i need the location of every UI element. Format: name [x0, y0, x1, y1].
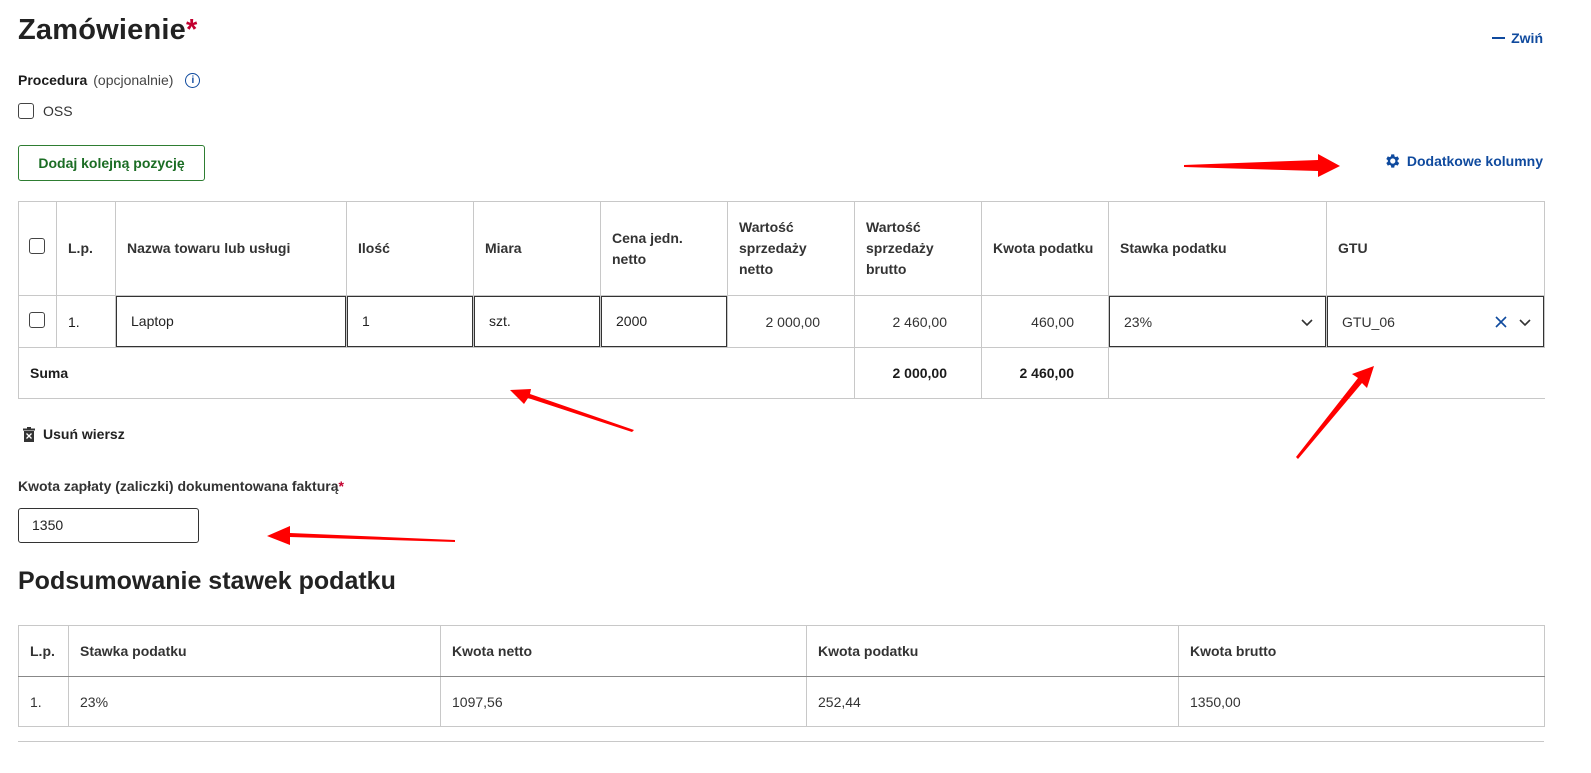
summary-header-net: Kwota netto — [440, 625, 807, 677]
summary-header-tax: Kwota podatku — [806, 625, 1179, 677]
minus-icon — [1492, 37, 1506, 39]
header-gross-value: Wartość sprzedaży brutto — [854, 201, 982, 296]
net-value: 2 000,00 — [727, 295, 855, 348]
items-header-row: L.p. Nazwa towaru lub usługi Ilość Miara… — [18, 201, 1545, 296]
payment-amount-input[interactable]: 1350 — [18, 508, 199, 543]
delete-row-button[interactable]: Usuń wiersz — [23, 426, 125, 442]
summary-rate: 23% — [68, 676, 441, 727]
select-all-checkbox[interactable] — [29, 237, 45, 254]
annotation-arrow — [267, 526, 455, 545]
unit-cell: szt. — [473, 295, 601, 348]
row-checkbox-cell — [18, 295, 57, 348]
select-all-cell — [18, 201, 57, 296]
rate-cell: 23% — [1108, 295, 1327, 348]
summary-lp: 1. — [18, 676, 69, 727]
header-name: Nazwa towaru lub usługi — [115, 201, 347, 296]
header-tax-rate: Stawka podatku — [1108, 201, 1327, 296]
procedure-label-text: Procedura — [18, 72, 88, 88]
summary-header-lp: L.p. — [18, 625, 69, 677]
procedure-label: Procedura (opcjonalnie) i — [18, 72, 201, 88]
extra-columns-button[interactable]: Dodatkowe kolumny — [1383, 152, 1543, 170]
procedure-optional-text: (opcjonalnie) — [93, 72, 174, 88]
summary-header-row: L.p. Stawka podatku Kwota netto Kwota po… — [18, 625, 1545, 677]
gtu-controls — [1495, 315, 1531, 328]
header-net-value: Wartość sprzedaży netto — [727, 201, 855, 296]
page-title: Zamówienie* — [18, 14, 198, 47]
payment-label: Kwota zapłaty (zaliczki) dokumentowana f… — [18, 478, 344, 494]
required-mark: * — [338, 478, 344, 494]
divider — [18, 741, 1544, 742]
header-unit-price: Cena jedn. netto — [600, 201, 728, 296]
table-row: 1. Laptop 1 szt. 2000 2 000,00 2 460,00 … — [18, 295, 1545, 348]
collapse-button[interactable]: Zwiń — [1492, 30, 1543, 46]
sum-label: Suma — [18, 347, 855, 399]
oss-checkbox-row[interactable]: OSS — [18, 103, 73, 119]
tax-amount: 460,00 — [981, 295, 1109, 348]
sum-net: 2 000,00 — [854, 347, 982, 399]
clear-icon[interactable] — [1495, 315, 1507, 328]
name-input[interactable]: Laptop — [116, 296, 346, 347]
tax-summary-table: L.p. Stawka podatku Kwota netto Kwota po… — [18, 625, 1545, 727]
gear-icon — [1386, 154, 1400, 168]
gtu-value: GTU_06 — [1342, 313, 1395, 330]
qty-cell: 1 — [346, 295, 474, 348]
header-gtu: GTU — [1326, 201, 1545, 296]
sum-gross: 2 460,00 — [981, 347, 1109, 399]
summary-tax: 252,44 — [806, 676, 1179, 727]
title-text: Zamówienie — [18, 14, 186, 46]
price-input[interactable]: 2000 — [601, 296, 727, 347]
qty-input[interactable]: 1 — [347, 296, 473, 347]
row-lp: 1. — [56, 295, 116, 348]
header-lp: L.p. — [56, 201, 116, 296]
items-table: L.p. Nazwa towaru lub usługi Ilość Miara… — [18, 201, 1545, 399]
name-cell: Laptop — [115, 295, 347, 348]
collapse-label: Zwiń — [1511, 30, 1543, 46]
oss-checkbox[interactable] — [18, 103, 34, 119]
gtu-select[interactable]: GTU_06 — [1327, 296, 1544, 347]
unit-input[interactable]: szt. — [474, 296, 600, 347]
sum-row: Suma 2 000,00 2 460,00 — [18, 347, 1545, 399]
delete-row-label: Usuń wiersz — [43, 426, 125, 442]
required-mark: * — [186, 14, 198, 46]
tax-rate-select[interactable]: 23% — [1109, 296, 1326, 347]
row-checkbox[interactable] — [29, 312, 45, 328]
summary-net: 1097,56 — [440, 676, 807, 727]
summary-gross: 1350,00 — [1178, 676, 1545, 727]
header-tax-amount: Kwota podatku — [981, 201, 1109, 296]
add-position-button[interactable]: Dodaj kolejną pozycję — [18, 145, 205, 181]
summary-title: Podsumowanie stawek podatku — [18, 567, 396, 595]
header-qty: Ilość — [346, 201, 474, 296]
chevron-down-icon — [1301, 318, 1313, 326]
extra-columns-label: Dodatkowe kolumny — [1406, 153, 1543, 169]
table-row: 1. 23% 1097,56 252,44 1350,00 — [18, 676, 1545, 727]
sum-empty — [1108, 347, 1545, 399]
payment-label-text: Kwota zapłaty (zaliczki) dokumentowana f… — [18, 478, 339, 494]
annotation-arrow — [1184, 154, 1340, 177]
trash-icon — [23, 426, 35, 442]
header-unit: Miara — [473, 201, 601, 296]
oss-label: OSS — [43, 103, 73, 119]
chevron-down-icon[interactable] — [1519, 316, 1531, 328]
tax-rate-value: 23% — [1124, 313, 1153, 330]
gross-value: 2 460,00 — [854, 295, 982, 348]
price-cell: 2000 — [600, 295, 728, 348]
gtu-cell: GTU_06 — [1326, 295, 1545, 348]
info-icon[interactable]: i — [185, 72, 201, 88]
summary-header-gross: Kwota brutto — [1178, 625, 1545, 677]
summary-header-rate: Stawka podatku — [68, 625, 441, 677]
